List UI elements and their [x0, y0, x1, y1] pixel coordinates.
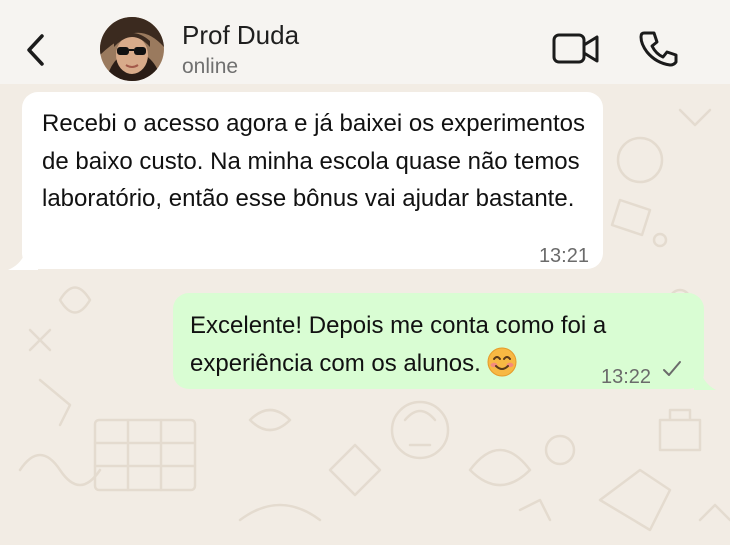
chevron-left-icon — [27, 34, 44, 66]
chat-header: Prof Duda online — [0, 0, 730, 84]
video-call-button[interactable] — [552, 32, 600, 66]
contact-status: online — [182, 55, 239, 78]
back-button[interactable] — [22, 30, 52, 70]
profile-photo-icon — [100, 17, 164, 81]
avatar[interactable] — [100, 17, 164, 81]
smiling-face-icon — [487, 347, 517, 376]
outgoing-message-bubble[interactable]: Excelente! Depois me conta como foi a ex… — [173, 293, 704, 389]
message-timestamp: 13:21 — [538, 245, 589, 267]
message-text: Excelente! Depois me conta como foi a ex… — [190, 312, 607, 377]
contact-name[interactable]: Prof Duda — [182, 20, 299, 51]
phone-icon — [639, 31, 678, 67]
incoming-message-bubble[interactable]: Recebi o acesso agora e já baixei os exp… — [22, 92, 603, 269]
single-check-icon — [663, 361, 681, 376]
message-text: Recebi o acesso agora e já baixei os exp… — [42, 110, 585, 212]
message-timestamp: 13:22 — [601, 366, 652, 388]
voice-call-button[interactable] — [639, 29, 679, 69]
video-camera-icon — [552, 33, 599, 64]
